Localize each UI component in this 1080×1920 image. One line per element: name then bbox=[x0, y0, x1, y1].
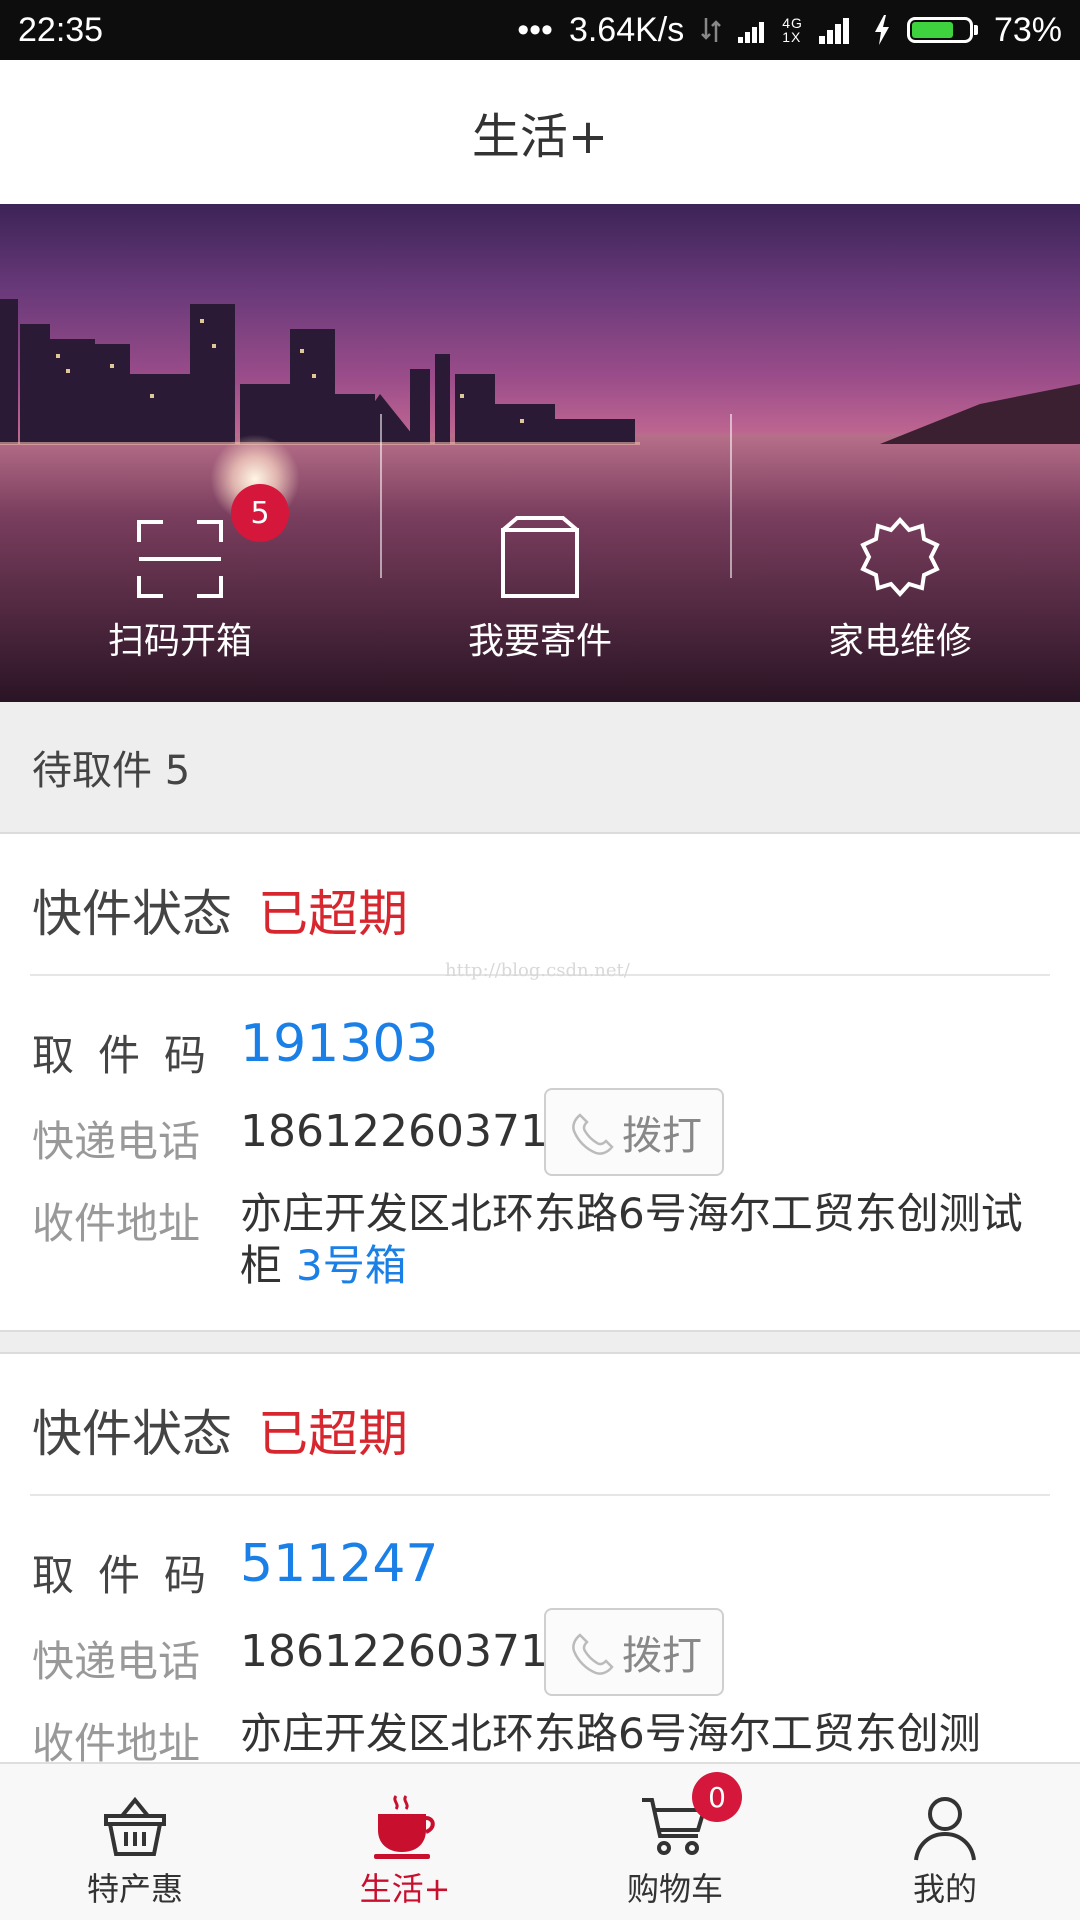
parcel-status-row: 快件状态 已超期 bbox=[32, 874, 408, 946]
phone-label: 快递电话 bbox=[32, 1637, 201, 1686]
address-text: 亦庄开发区北环东路6号海尔工贸东创测试柜 3号箱 bbox=[240, 1188, 1040, 1292]
call-button[interactable]: 拨打 bbox=[544, 1608, 724, 1696]
card-divider bbox=[30, 1494, 1050, 1496]
phone-icon bbox=[572, 1113, 614, 1155]
tab-mine[interactable]: 我的 bbox=[810, 1764, 1080, 1920]
status-time: 22:35 bbox=[18, 10, 104, 49]
action-appliance-repair[interactable]: 家电维修 bbox=[720, 502, 1080, 702]
tab-label: 特产惠 bbox=[86, 1870, 183, 1908]
charging-icon bbox=[874, 15, 889, 45]
status-value: 已超期 bbox=[258, 885, 408, 943]
cart-icon: 0 bbox=[640, 1772, 742, 1862]
address-label: 收件地址 bbox=[32, 1199, 201, 1248]
pickup-code: 511247 bbox=[240, 1534, 439, 1594]
tab-life-plus[interactable]: 生活+ bbox=[270, 1764, 540, 1920]
status-value: 已超期 bbox=[258, 1405, 408, 1463]
signal-4g-icon: 4G 1X bbox=[738, 16, 803, 44]
watermark: http://blog.csdn.net/ bbox=[445, 960, 630, 981]
phone-icon bbox=[572, 1633, 614, 1675]
tab-label: 购物车 bbox=[626, 1870, 723, 1908]
scan-badge: 5 bbox=[231, 484, 289, 542]
status-label: 快件状态 bbox=[32, 1405, 232, 1463]
net-speed: 3.64K/s bbox=[568, 10, 685, 49]
address-text: 亦庄开发区北环东路6号海尔工贸东创测 bbox=[240, 1708, 1040, 1760]
card-separator bbox=[0, 1330, 1080, 1354]
code-label: 取件码 bbox=[32, 1551, 231, 1600]
pending-count-bar: 待取件 5 bbox=[0, 702, 1080, 834]
call-button[interactable]: 拨打 bbox=[544, 1088, 724, 1176]
basket-icon bbox=[100, 1792, 170, 1862]
box-icon bbox=[495, 514, 585, 604]
status-label: 快件状态 bbox=[32, 885, 232, 943]
scan-icon: 5 bbox=[135, 484, 289, 604]
signal-icon bbox=[818, 18, 849, 44]
phone-label: 快递电话 bbox=[32, 1117, 201, 1166]
page-header: 生活+ bbox=[0, 60, 1080, 204]
parcel-status-row: 快件状态 已超期 bbox=[32, 1394, 408, 1466]
pending-label: 待取件 5 bbox=[32, 748, 191, 794]
cart-badge: 0 bbox=[692, 1772, 742, 1822]
action-scan-open[interactable]: 5 扫码开箱 bbox=[0, 484, 360, 702]
address-label: 收件地址 bbox=[32, 1719, 201, 1762]
action-send-parcel[interactable]: 我要寄件 bbox=[360, 502, 720, 702]
coffee-cup-icon bbox=[370, 1792, 440, 1862]
parcel-card: 快件状态 已超期 取件码 511247 快递电话 18612260371 拨打 收… bbox=[0, 1354, 1080, 1762]
call-label: 拨打 bbox=[622, 1113, 702, 1159]
call-label: 拨打 bbox=[622, 1633, 702, 1679]
action-label: 家电维修 bbox=[827, 621, 972, 662]
quick-actions: 5 扫码开箱 我要寄件 家电维修 bbox=[0, 484, 1080, 702]
courier-phone: 18612260371 bbox=[240, 1626, 548, 1677]
action-label: 扫码开箱 bbox=[107, 621, 252, 662]
tab-label: 生活+ bbox=[359, 1870, 451, 1908]
tab-specialty[interactable]: 特产惠 bbox=[0, 1764, 270, 1920]
tab-label: 我的 bbox=[912, 1870, 977, 1908]
courier-phone: 18612260371 bbox=[240, 1106, 548, 1157]
locker-number: 3号箱 bbox=[296, 1241, 407, 1290]
data-transfer-icon bbox=[701, 18, 722, 42]
page-title: 生活+ bbox=[471, 109, 609, 165]
status-dots: ••• bbox=[517, 10, 553, 49]
badge-star-icon bbox=[855, 514, 945, 604]
bottom-tab-bar: 特产惠 生活+ 0 购物车 我的 bbox=[0, 1762, 1080, 1920]
code-label: 取件码 bbox=[32, 1031, 231, 1080]
battery-icon bbox=[906, 17, 978, 43]
pickup-code: 191303 bbox=[240, 1014, 439, 1074]
status-bar: 22:35 ••• 3.64K/s 4G 1X 73% bbox=[0, 0, 1080, 60]
tab-cart[interactable]: 0 购物车 bbox=[540, 1764, 810, 1920]
status-indicators: ••• 3.64K/s 4G 1X 73% bbox=[517, 11, 1062, 50]
battery-percent: 73% bbox=[993, 10, 1062, 49]
parcel-card: 快件状态 已超期 取件码 191303 快递电话 18612260371 拨打 收… bbox=[0, 834, 1080, 1328]
person-icon bbox=[910, 1792, 980, 1862]
action-label: 我要寄件 bbox=[467, 621, 612, 662]
address-value: 亦庄开发区北环东路6号海尔工贸东创测 bbox=[240, 1709, 981, 1758]
banner: 5 扫码开箱 我要寄件 家电维修 bbox=[0, 204, 1080, 702]
